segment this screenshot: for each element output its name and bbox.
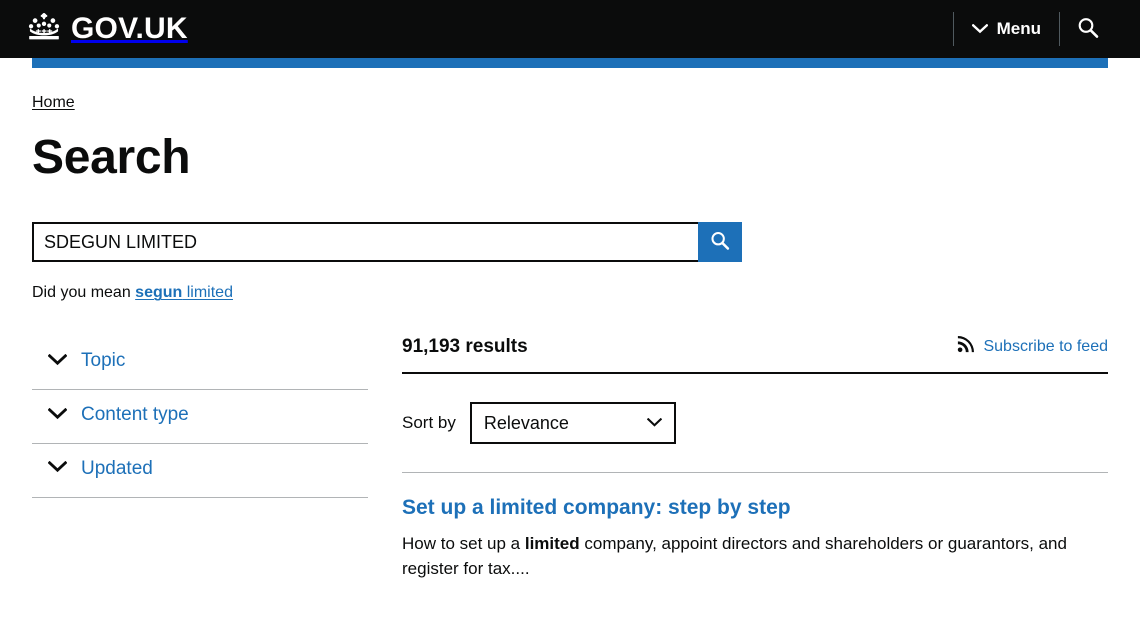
crown-icon <box>26 12 62 47</box>
filter-label-updated: Updated <box>81 457 153 479</box>
spelling-suggestion-link[interactable]: segun limited <box>135 284 233 301</box>
results-count: 91,193 results <box>402 336 528 358</box>
header-navigation: Menu <box>952 0 1116 58</box>
govuk-logo-link[interactable]: GOV.UK <box>26 12 188 47</box>
subscribe-to-feed[interactable]: Subscribe to feed <box>957 336 1108 358</box>
search-result-title[interactable]: Set up a limited company: step by step <box>402 495 791 520</box>
search-icon <box>709 230 731 255</box>
filter-section-updated: Updated <box>32 444 368 498</box>
spelling-suggestion: Did you mean segun limited <box>32 284 1108 302</box>
chevron-down-icon <box>47 353 68 371</box>
results-panel: 91,193 results Subscribe to feed Sort by <box>402 336 1108 598</box>
chevron-down-icon <box>971 19 989 39</box>
search-result-description: How to set up a limited company, appoint… <box>402 531 1092 582</box>
page-title: Search <box>32 131 191 184</box>
chevron-down-icon <box>47 407 68 425</box>
spelling-suggestion-rest: limited <box>182 284 233 302</box>
menu-button[interactable]: Menu <box>954 0 1059 58</box>
site-header: GOV.UK Menu <box>0 0 1140 58</box>
filter-toggle-topic[interactable]: Topic <box>32 336 368 389</box>
search-input[interactable] <box>32 222 698 263</box>
filter-label-content-type: Content type <box>81 404 189 426</box>
menu-button-label: Menu <box>996 19 1041 38</box>
subscribe-to-feed-label[interactable]: Subscribe to feed <box>983 338 1108 356</box>
breadcrumb-item-home[interactable]: Home <box>32 94 75 111</box>
filter-section-topic: Topic <box>32 336 368 391</box>
chevron-down-icon <box>47 460 68 478</box>
govuk-wordmark: GOV.UK <box>71 12 188 45</box>
search-submit-button[interactable] <box>698 222 742 263</box>
spelling-suggestion-term: segun <box>135 284 183 302</box>
sort-select-wrapper: Relevance Updated (newest) Updated (olde… <box>469 402 676 445</box>
sort-controls: Sort by Relevance Updated (newest) Updat… <box>402 402 1108 474</box>
filter-toggle-content-type[interactable]: Content type <box>32 390 368 443</box>
rss-feed-icon <box>957 336 975 358</box>
sort-label: Sort by <box>402 413 456 433</box>
search-result-desc-highlight: limited <box>524 533 580 553</box>
search-form <box>32 222 742 263</box>
sort-select[interactable]: Relevance Updated (newest) Updated (olde… <box>469 402 676 445</box>
results-header: 91,193 results Subscribe to feed <box>402 336 1108 375</box>
search-icon <box>1076 16 1100 43</box>
blue-accent-bar <box>32 58 1108 68</box>
filter-label-topic: Topic <box>81 350 126 372</box>
search-result-item: Set up a limited company: step by step H… <box>402 473 1108 581</box>
filters-panel: Topic Content type Updated <box>32 336 368 598</box>
filter-section-content-type: Content type <box>32 390 368 444</box>
breadcrumb: Home <box>32 94 1108 112</box>
search-result-desc-before: How to set up a <box>402 533 525 553</box>
filter-toggle-updated[interactable]: Updated <box>32 444 368 497</box>
spelling-suggestion-prefix: Did you mean <box>32 284 136 302</box>
header-search-button[interactable] <box>1060 0 1116 58</box>
